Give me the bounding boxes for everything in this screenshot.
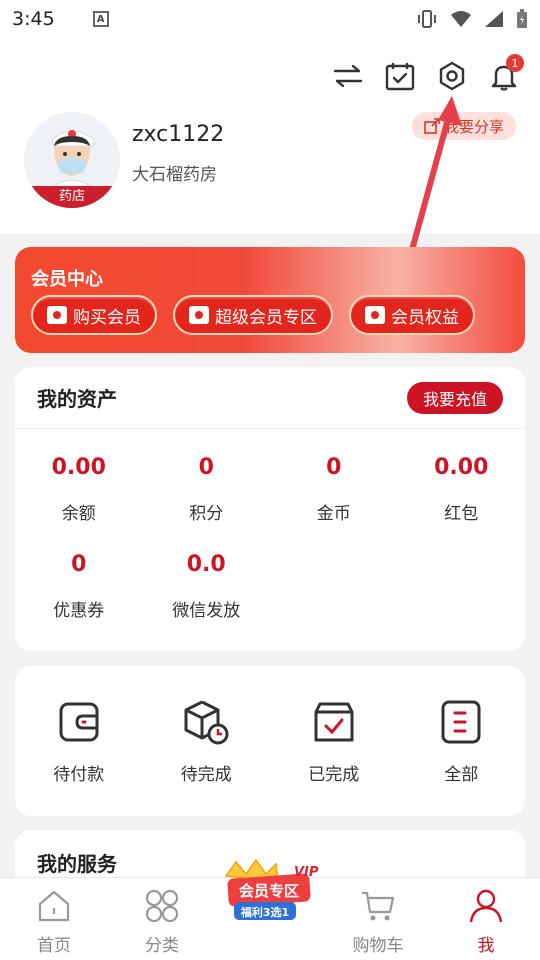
status-icons <box>416 9 528 29</box>
asset-balance[interactable]: 0.00 余额 <box>15 455 143 524</box>
bottom-tab-bar: 首页 分类 会员专区 福利3选1 VIP 购物车 我 <box>0 858 540 960</box>
home-icon <box>38 890 70 922</box>
tab-category[interactable]: 分类 <box>108 878 216 960</box>
order-completed[interactable]: 已完成 <box>270 698 398 785</box>
assets-title: 我的资产 <box>37 387 117 411</box>
asset-label: 红包 <box>444 504 479 524</box>
asset-value: 0.0 <box>186 552 226 577</box>
tab-label: 分类 <box>145 936 179 956</box>
member-benefits-button[interactable]: 会员权益 <box>349 295 475 335</box>
status-time: 3:45 <box>12 8 55 30</box>
orders-card: 待付款 待完成 已完成 全部 <box>15 666 525 816</box>
services-title: 我的服务 <box>37 852 117 876</box>
order-label: 全部 <box>444 764 479 785</box>
asset-value: 0 <box>326 455 342 480</box>
asset-label: 余额 <box>61 504 96 524</box>
gift-icon <box>189 306 209 324</box>
recharge-button[interactable]: 我要充值 <box>406 381 503 414</box>
buy-membership-label: 购买会员 <box>73 307 141 328</box>
order-label: 待完成 <box>180 764 232 785</box>
assets-card: 我的资产 我要充值 0.00 余额 0 积分 0 金币 0.00 红包 0 优惠券 0.0… <box>15 367 525 651</box>
asset-label: 金币 <box>316 504 351 524</box>
tab-label: 首页 <box>37 936 71 956</box>
super-member-zone-button[interactable]: 超级会员专区 <box>173 295 333 335</box>
package-clock-icon <box>182 698 230 746</box>
order-label: 已完成 <box>308 764 360 785</box>
gift-icon <box>365 306 385 324</box>
order-all[interactable]: 全部 <box>398 698 526 785</box>
status-bar: 3:45 A <box>0 0 540 38</box>
username: zxc1122 <box>132 122 225 147</box>
vibrate-icon <box>418 10 436 28</box>
asset-points[interactable]: 0 积分 <box>143 455 271 524</box>
wallet-icon <box>55 698 103 746</box>
member-center-banner[interactable]: 会员中心 购买会员 超级会员专区 会员权益 <box>15 247 525 353</box>
vip-zone-icon: 会员专区 福利3选1 VIP <box>224 858 319 920</box>
asset-label: 优惠券 <box>53 601 105 621</box>
avatar-label: 药店 <box>24 186 120 208</box>
box-check-icon <box>310 698 358 746</box>
vip-tag-text: VIP <box>294 865 319 880</box>
asset-coins[interactable]: 0 金币 <box>270 455 398 524</box>
avatar[interactable]: 药店 <box>24 112 120 208</box>
user-icon <box>469 889 503 923</box>
asset-wechat-payout[interactable]: 0.0 微信发放 <box>143 552 271 621</box>
order-pending-payment[interactable]: 待付款 <box>15 698 143 785</box>
bell-icon[interactable]: 1 <box>488 54 524 92</box>
super-member-zone-label: 超级会员专区 <box>215 307 317 328</box>
red-arrow-annotation <box>409 96 462 253</box>
wifi-icon <box>451 11 471 27</box>
buy-membership-button[interactable]: 购买会员 <box>31 295 157 335</box>
asset-value: 0 <box>198 455 214 480</box>
order-label: 待付款 <box>53 764 105 785</box>
asset-red-packet[interactable]: 0.00 红包 <box>398 455 526 524</box>
calendar-check-icon[interactable] <box>384 60 416 92</box>
asset-label: 微信发放 <box>172 601 241 621</box>
tab-me[interactable]: 我 <box>432 878 540 960</box>
gift-icon <box>47 306 67 324</box>
tab-vip-zone[interactable]: 会员专区 福利3选1 VIP <box>216 858 324 960</box>
store-name: 大石榴药房 <box>132 165 217 185</box>
header-toolbar: 1 <box>332 54 524 92</box>
cart-icon <box>362 891 395 921</box>
app-notification-icon: A <box>92 11 109 27</box>
tab-label: 购物车 <box>352 936 404 956</box>
list-icon <box>437 698 485 746</box>
asset-value: 0.00 <box>434 455 489 480</box>
tab-home[interactable]: 首页 <box>0 878 108 960</box>
member-center-title: 会员中心 <box>31 269 103 290</box>
asset-label: 积分 <box>189 504 224 524</box>
switch-icon[interactable] <box>332 60 364 92</box>
member-benefits-label: 会员权益 <box>391 307 459 328</box>
notification-badge: 1 <box>506 54 524 72</box>
battery-icon <box>517 9 527 28</box>
asset-coupons[interactable]: 0 优惠券 <box>15 552 143 621</box>
signal-icon <box>485 11 503 27</box>
asset-value: 0 <box>71 552 87 577</box>
settings-icon[interactable] <box>436 60 468 92</box>
vip-welfare-text: 福利3选1 <box>240 905 289 919</box>
vip-zone-text: 会员专区 <box>239 882 299 900</box>
order-in-progress[interactable]: 待完成 <box>143 698 271 785</box>
tab-cart[interactable]: 购物车 <box>324 878 432 960</box>
asset-value: 0.00 <box>51 455 106 480</box>
tab-label: 我 <box>477 936 495 956</box>
grid-icon <box>145 889 179 923</box>
